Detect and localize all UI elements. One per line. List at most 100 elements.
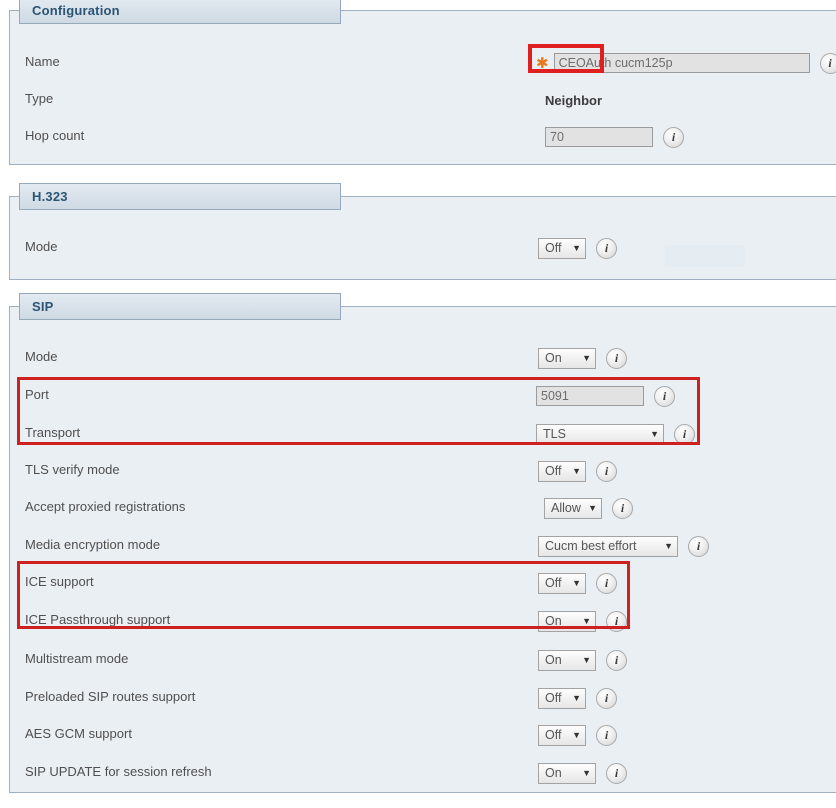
label-port: Port	[25, 387, 49, 402]
name-input[interactable]	[553, 53, 810, 73]
info-icon-sip-mode[interactable]: i	[606, 347, 627, 369]
control-h323-mode: Off ▼ i	[538, 233, 617, 263]
info-icon-multistream-mode[interactable]: i	[606, 649, 627, 671]
sip-panel-legend: SIP	[19, 293, 341, 320]
media-encryption-mode-value: Cucm best effort	[545, 539, 637, 553]
info-icon-media-encryption-mode[interactable]: i	[688, 535, 709, 557]
control-ice-passthrough-support: On ▼ i	[538, 606, 627, 636]
h323-mode-select[interactable]: Off ▼	[538, 237, 586, 259]
row-ice-passthrough-support: ICE Passthrough support On ▼ i	[10, 606, 836, 636]
h323-mode-value: Off	[545, 241, 562, 255]
label-sip-update-session-refresh: SIP UPDATE for session refresh	[25, 764, 212, 779]
chevron-down-icon: ▼	[572, 730, 581, 740]
multistream-mode-value: On	[545, 653, 562, 667]
label-media-encryption-mode: Media encryption mode	[25, 537, 161, 552]
info-icon-ice-passthrough-support[interactable]: i	[606, 610, 627, 632]
transport-select[interactable]: TLS ▼	[536, 423, 664, 445]
control-accept-proxied-registrations: Allow ▼ i	[544, 493, 633, 523]
row-transport: Transport TLS ▼ i	[10, 419, 836, 449]
label-transport: Transport	[25, 425, 81, 440]
row-sip-update-session-refresh: SIP UPDATE for session refresh On ▼ i	[10, 758, 836, 788]
label-sip-mode: Mode	[25, 349, 58, 364]
row-h323-mode: Mode Off ▼ i	[10, 233, 836, 263]
control-transport: TLS ▼ i	[536, 419, 695, 449]
h323-panel-title: H.323	[32, 189, 68, 204]
ice-support-value: Off	[545, 576, 562, 590]
chevron-down-icon: ▼	[582, 768, 591, 778]
sip-mode-value: On	[545, 351, 562, 365]
info-icon-transport[interactable]: i	[674, 423, 695, 445]
control-preloaded-sip-routes-support: Off ▼ i	[538, 683, 617, 713]
label-preloaded-sip-routes-support: Preloaded SIP routes support	[25, 689, 196, 704]
label-ice-passthrough-support: ICE Passthrough support	[25, 612, 171, 627]
chevron-down-icon: ▼	[650, 429, 659, 439]
row-hop-count: Hop count i	[10, 122, 836, 152]
preloaded-sip-routes-support-value: Off	[545, 691, 562, 705]
control-sip-mode: On ▼ i	[538, 343, 627, 373]
label-aes-gcm-support: AES GCM support	[25, 726, 132, 741]
media-encryption-mode-select[interactable]: Cucm best effort ▼	[538, 535, 678, 557]
row-preloaded-sip-routes-support: Preloaded SIP routes support Off ▼ i	[10, 683, 836, 713]
configuration-panel: Configuration Name ✱ i Type Neighbor	[9, 0, 836, 165]
row-type: Type Neighbor	[10, 85, 836, 115]
chevron-down-icon: ▼	[588, 503, 597, 513]
sip-update-session-refresh-select[interactable]: On ▼	[538, 762, 596, 784]
ice-passthrough-support-select[interactable]: On ▼	[538, 610, 596, 632]
port-input[interactable]	[536, 386, 644, 406]
label-accept-proxied-registrations: Accept proxied registrations	[25, 499, 186, 514]
h323-panel-legend: H.323	[19, 183, 341, 210]
info-icon-sip-update-session-refresh[interactable]: i	[606, 762, 627, 784]
chevron-down-icon: ▼	[582, 655, 591, 665]
info-icon-h323-mode[interactable]: i	[596, 237, 617, 259]
required-star-icon: ✱	[536, 55, 549, 72]
aes-gcm-support-value: Off	[545, 728, 562, 742]
label-tls-verify-mode: TLS verify mode	[25, 462, 120, 477]
sip-mode-select[interactable]: On ▼	[538, 347, 596, 369]
aes-gcm-support-select[interactable]: Off ▼	[538, 724, 586, 746]
row-multistream-mode: Multistream mode On ▼ i	[10, 645, 836, 675]
tls-verify-mode-select[interactable]: Off ▼	[538, 460, 586, 482]
row-port: Port i	[10, 381, 836, 411]
hop-count-input[interactable]	[545, 127, 653, 147]
chevron-down-icon: ▼	[572, 243, 581, 253]
info-icon-port[interactable]: i	[654, 385, 675, 407]
control-hop-count: i	[545, 122, 684, 152]
control-media-encryption-mode: Cucm best effort ▼ i	[538, 531, 709, 561]
info-icon-accept-proxied-registrations[interactable]: i	[612, 497, 633, 519]
info-icon-aes-gcm-support[interactable]: i	[596, 724, 617, 746]
row-ice-support: ICE support Off ▼ i	[10, 568, 836, 598]
sip-panel: SIP Mode On ▼ i Port i	[9, 293, 836, 793]
preloaded-sip-routes-support-select[interactable]: Off ▼	[538, 687, 586, 709]
label-ice-support: ICE support	[25, 574, 94, 589]
ice-support-select[interactable]: Off ▼	[538, 572, 586, 594]
control-multistream-mode: On ▼ i	[538, 645, 627, 675]
row-tls-verify-mode: TLS verify mode Off ▼ i	[10, 456, 836, 486]
chevron-down-icon: ▼	[572, 693, 581, 703]
info-icon-hop-count[interactable]: i	[663, 126, 684, 148]
h323-panel: H.323 Mode Off ▼ i	[9, 183, 836, 280]
info-icon-name[interactable]: i	[819, 52, 836, 74]
tls-verify-mode-value: Off	[545, 464, 562, 478]
sip-panel-title: SIP	[32, 299, 54, 314]
multistream-mode-select[interactable]: On ▼	[538, 649, 596, 671]
control-aes-gcm-support: Off ▼ i	[538, 720, 617, 750]
label-name: Name	[25, 54, 60, 69]
configuration-panel-legend: Configuration	[19, 0, 341, 24]
accept-proxied-registrations-select[interactable]: Allow ▼	[544, 497, 602, 519]
type-value: Neighbor	[545, 92, 603, 108]
control-name: ✱ i	[536, 48, 836, 78]
control-tls-verify-mode: Off ▼ i	[538, 456, 617, 486]
transport-value: TLS	[543, 427, 566, 441]
row-name: Name ✱ i	[10, 48, 836, 78]
control-ice-support: Off ▼ i	[538, 568, 617, 598]
row-aes-gcm-support: AES GCM support Off ▼ i	[10, 720, 836, 750]
configuration-panel-title: Configuration	[32, 3, 120, 18]
sip-update-session-refresh-value: On	[545, 766, 562, 780]
info-icon-ice-support[interactable]: i	[596, 572, 617, 594]
info-icon-tls-verify-mode[interactable]: i	[596, 460, 617, 482]
label-h323-mode: Mode	[25, 239, 58, 254]
ice-passthrough-support-value: On	[545, 614, 562, 628]
chevron-down-icon: ▼	[582, 353, 591, 363]
info-icon-preloaded-sip-routes-support[interactable]: i	[596, 687, 617, 709]
chevron-down-icon: ▼	[582, 616, 591, 626]
